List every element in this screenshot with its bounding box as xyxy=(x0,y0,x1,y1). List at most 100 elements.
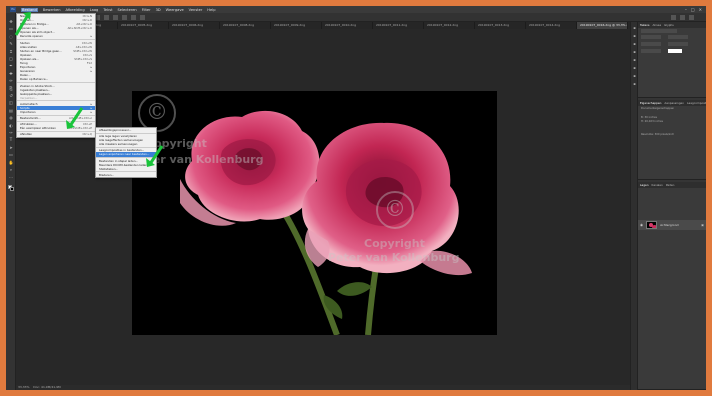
window-controls: – □ ✕ xyxy=(685,7,702,12)
menu-item-delen-op-behance[interactable]: Delen op Behance... xyxy=(17,77,95,81)
panel-icon-strip: ▪ ▪ ▪ ▪ ▪ ▪ ▪ ▪ xyxy=(631,22,638,390)
clone-stamp-tool-icon[interactable]: ⎘ xyxy=(8,86,14,91)
crop-tool-icon[interactable]: ⌗ xyxy=(8,49,14,54)
document-tab[interactable]: 20190107_0010.dng xyxy=(322,22,373,29)
menu-weergave[interactable]: Weergave xyxy=(166,8,184,12)
menu-item-shortcut: Ctrl+Q xyxy=(82,132,92,137)
character-icon[interactable]: ▪ xyxy=(632,50,637,54)
menu-item-verpakken[interactable]: Verpakken... xyxy=(17,96,95,100)
document-tab[interactable]: 20190107_0006.dng xyxy=(169,22,220,29)
eye-icon[interactable]: ◉ xyxy=(640,223,643,227)
layer-name[interactable]: Achtergrond xyxy=(660,223,678,227)
menu-item-bladeren[interactable]: Bladeren... xyxy=(96,173,156,177)
maximize-icon[interactable]: □ xyxy=(691,7,695,12)
history-icon[interactable]: ▪ xyxy=(632,26,637,30)
properties-icon[interactable]: ▪ xyxy=(632,58,637,62)
healing-brush-tool-icon[interactable]: ✚ xyxy=(8,71,14,76)
menu-bewerken[interactable]: Bewerken xyxy=(43,8,61,12)
color-field[interactable] xyxy=(668,49,683,53)
leading-field[interactable] xyxy=(668,35,689,39)
document-tab[interactable]: 20190107_0008.dng xyxy=(220,22,271,29)
eraser-tool-icon[interactable]: ◫ xyxy=(8,100,14,105)
menu-tekst[interactable]: Tekst xyxy=(103,8,112,12)
document-tab[interactable]: 20190107_0014.dng xyxy=(526,22,577,29)
search-icon[interactable] xyxy=(671,15,676,20)
lock-icon: ▣ xyxy=(701,223,704,227)
menu-filter[interactable]: Filter xyxy=(142,8,151,12)
panel-tab-lagen[interactable]: Lagen xyxy=(640,182,649,188)
menu-afbeelding[interactable]: Afbeelding xyxy=(65,8,84,12)
swatches-icon[interactable]: ▪ xyxy=(632,34,637,38)
canvas-area[interactable]: © Copyright Peter van Kollenburg © Copyr… xyxy=(16,29,630,385)
panel-tab-glyphs[interactable]: Glyphs xyxy=(664,22,674,28)
layers-panel: Lagen Kanalen Paden xyxy=(638,182,706,390)
document-tab[interactable]: 20190107_0009.dng xyxy=(271,22,322,29)
panel-tab-aanpassingen[interactable]: Aanpassingen xyxy=(664,100,684,106)
document-canvas[interactable]: © Copyright Peter van Kollenburg © Copyr… xyxy=(132,91,497,335)
type-tool-icon[interactable]: T xyxy=(8,137,14,142)
menu-selecteren[interactable]: Selecteren xyxy=(118,8,137,12)
option-button[interactable] xyxy=(140,14,145,20)
zoom-tool-icon[interactable]: ⌕ xyxy=(8,167,14,172)
brush-settings-icon[interactable]: ▪ xyxy=(632,82,637,86)
menu-item-afbeeldingsprocessor[interactable]: Afbeeldingsprocessor... xyxy=(96,128,156,132)
document-tab[interactable]: 20190107_0016.dng @ 33,3% (RGB/8) xyxy=(577,22,628,29)
blur-tool-icon[interactable]: ◍ xyxy=(8,115,14,120)
gradient-tool-icon[interactable]: ▤ xyxy=(8,108,14,113)
document-tab[interactable]: 20190107_0013.dng xyxy=(475,22,526,29)
panel-tab-alinea[interactable]: Alinea xyxy=(652,22,661,28)
menu-venster[interactable]: Venster xyxy=(189,8,203,12)
quick-select-tool-icon[interactable]: ✎ xyxy=(8,41,14,46)
panel-tab-kanalen[interactable]: Kanalen xyxy=(652,182,663,188)
document-resolution: Resolutie: 300 pixels/inch xyxy=(641,133,675,136)
panel-tab-eigenschappen[interactable]: Eigenschappen xyxy=(640,100,661,106)
adjustments-icon[interactable]: ▪ xyxy=(632,66,637,70)
info-icon[interactable]: ▪ xyxy=(632,74,637,78)
option-button[interactable] xyxy=(122,14,127,20)
paragraph-icon[interactable]: ▪ xyxy=(632,42,637,46)
color-swatches[interactable] xyxy=(8,185,14,191)
option-button[interactable] xyxy=(104,14,109,20)
green-arrow-icon xyxy=(146,145,164,167)
eyedropper-tool-icon[interactable]: ✒ xyxy=(8,63,14,68)
menu-bar: Ps Bestand Bewerken Afbeelding Laag Tekst Sel… xyxy=(6,6,706,13)
scale-field[interactable] xyxy=(641,49,661,53)
path-select-tool-icon[interactable]: ➤ xyxy=(8,145,14,150)
document-tab[interactable]: 20190107_0005.dng xyxy=(118,22,169,29)
background-color-swatch[interactable] xyxy=(10,187,14,191)
frame-tool-icon[interactable]: ▢ xyxy=(8,56,14,61)
rectangle-tool-icon[interactable]: ▭ xyxy=(8,152,14,157)
workspace-icon[interactable] xyxy=(680,15,685,20)
minimize-icon[interactable]: – xyxy=(685,7,687,12)
dodge-tool-icon[interactable]: ◐ xyxy=(8,123,14,128)
layer-row[interactable]: ◉ Achtergrond ▣ xyxy=(638,220,706,230)
edit-toolbar-icon[interactable]: … xyxy=(8,174,14,179)
document-tab[interactable]: 20190107_0012.dng xyxy=(424,22,475,29)
menu-3d[interactable]: 3D xyxy=(156,8,161,12)
option-button[interactable] xyxy=(131,14,136,20)
hand-tool-icon[interactable]: ✋ xyxy=(8,160,14,165)
kerning-field[interactable] xyxy=(668,42,689,46)
font-family-field[interactable] xyxy=(641,29,677,33)
close-icon[interactable]: ✕ xyxy=(699,7,702,12)
panel-tab-laagcomposities[interactable]: Laagcomposities xyxy=(687,100,706,106)
watermark-copyright-bottom: Copyright xyxy=(364,237,425,250)
share-icon[interactable] xyxy=(689,15,694,20)
tracking-field[interactable] xyxy=(641,42,661,46)
copyright-symbol-bottom: © xyxy=(376,191,414,229)
panel-tab-tekens[interactable]: Tekens xyxy=(640,22,649,28)
right-panels: ▪ ▪ ▪ ▪ ▪ ▪ ▪ ▪ Tekens Alinea Glyphs Eigenschappe… xyxy=(630,22,706,390)
menu-help[interactable]: Help xyxy=(207,8,215,12)
zoom-level[interactable]: 33,33% xyxy=(18,385,29,389)
pen-tool-icon[interactable]: ✑ xyxy=(8,130,14,135)
brush-tool-icon[interactable]: ✏ xyxy=(8,78,14,83)
menu-item-label: Statistieken... xyxy=(99,166,119,171)
panel-tab-paden[interactable]: Paden xyxy=(666,182,675,188)
font-size-field[interactable] xyxy=(641,35,661,39)
menu-item-label: Bladeren... xyxy=(99,172,115,177)
option-button[interactable] xyxy=(113,14,118,20)
document-tab[interactable]: 20190107_0011.dng xyxy=(373,22,424,29)
menu-item-afsluiten[interactable]: Afsluiten Ctrl+Q xyxy=(17,132,95,136)
history-brush-tool-icon[interactable]: ↺ xyxy=(8,93,14,98)
menu-laag[interactable]: Laag xyxy=(90,8,99,12)
